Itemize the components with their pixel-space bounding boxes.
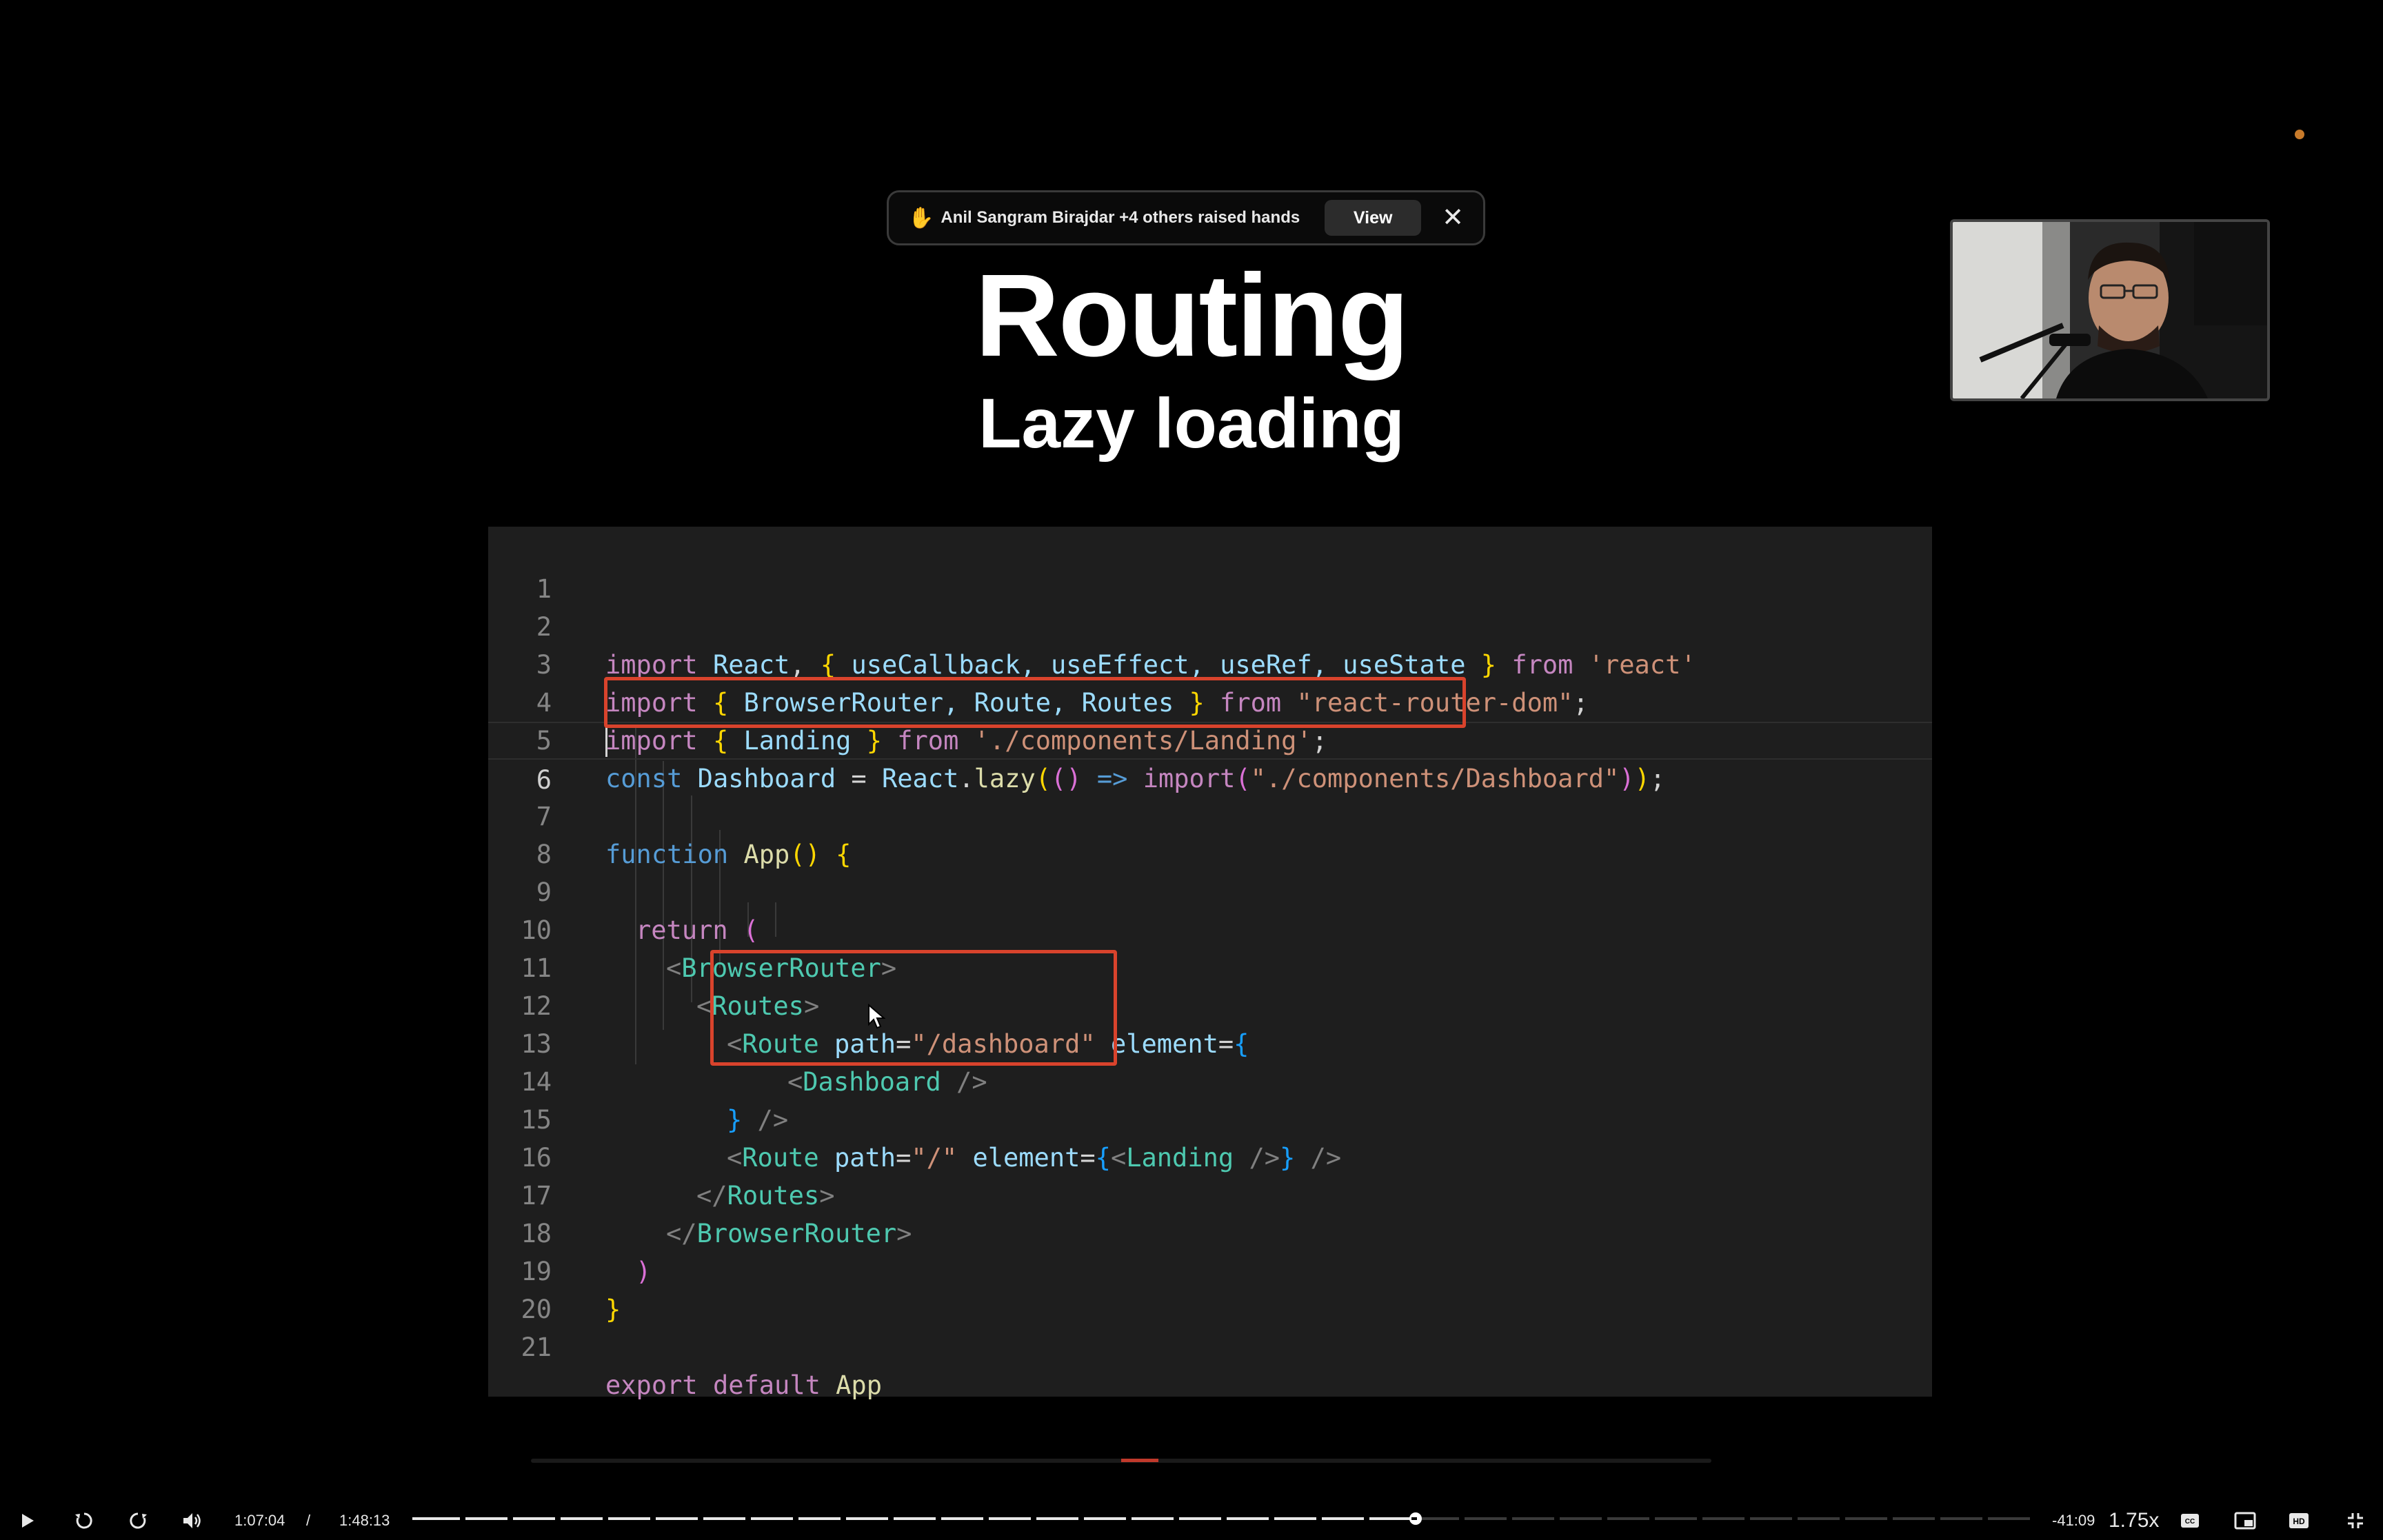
chapter-gap (1174, 1517, 1179, 1520)
chapter-gap (650, 1517, 656, 1520)
chapter-gap (1031, 1517, 1036, 1520)
highlight-box-lazy-import (604, 677, 1466, 728)
code-text: export default App (605, 1370, 882, 1400)
code-line-3: 3 import { BrowserRouter, Route, Routes … (488, 608, 1932, 718)
picture-in-picture-icon[interactable] (2230, 1501, 2260, 1540)
chapter-gap (1744, 1517, 1750, 1520)
code-line-8: 8 (488, 798, 1932, 869)
chapter-gap (1221, 1517, 1227, 1520)
code-line-14: 14 } /> (488, 1025, 1932, 1135)
line-number: 21 (521, 1333, 552, 1362)
code-line-9: 9 return ( (488, 835, 1932, 945)
rewind-icon[interactable] (69, 1501, 99, 1540)
code-line-13: 13 <Dashboard /> (488, 987, 1932, 1097)
code-line-16: 16 </Routes> (488, 1101, 1932, 1210)
chapter-gap (745, 1517, 751, 1520)
code-line-17: 17 </BrowserRouter> (488, 1139, 1932, 1248)
chapter-gap (1554, 1517, 1560, 1520)
code-line-19: 19 } (488, 1215, 1932, 1324)
chapter-gap (1316, 1517, 1322, 1520)
code-editor: 1 2 import React, { useCallback, useEffe… (488, 527, 1932, 1400)
playback-speed[interactable]: 1.75x (2109, 1501, 2159, 1540)
code-line-2: 2 import React, { useCallback, useEffect… (488, 570, 1932, 680)
highlight-box-dashboard-route (710, 950, 1117, 1066)
chapter-gap (1935, 1517, 1940, 1520)
chapter-gap (1364, 1517, 1369, 1520)
chapter-gap (1411, 1517, 1417, 1520)
time-separator: / (306, 1512, 311, 1529)
chapter-gap (793, 1517, 798, 1520)
chapter-gap (555, 1517, 561, 1520)
play-icon[interactable] (14, 1501, 41, 1540)
total-duration: 1:48:13 (339, 1512, 390, 1529)
forward-icon[interactable] (123, 1501, 153, 1540)
chapter-gap (1887, 1517, 1893, 1520)
view-button[interactable]: View (1325, 200, 1422, 236)
progress-bar[interactable] (412, 1512, 2030, 1525)
volume-icon[interactable] (178, 1501, 208, 1540)
chapter-gap (1602, 1517, 1607, 1520)
chapter-gap (507, 1517, 513, 1520)
chapter-gap (1649, 1517, 1655, 1520)
chapter-gap (460, 1517, 465, 1520)
chapter-gap (1697, 1517, 1702, 1520)
chapter-gap (1269, 1517, 1274, 1520)
progress-fill (412, 1517, 1416, 1520)
slide-edge-marker (1121, 1459, 1158, 1462)
chapter-gap (983, 1517, 989, 1520)
close-icon[interactable]: ✕ (1442, 205, 1464, 231)
exit-fullscreen-icon[interactable] (2342, 1501, 2369, 1540)
raised-hand-icon: ✋ (908, 206, 934, 230)
recording-indicator (2295, 130, 2304, 139)
chapter-gap (603, 1517, 608, 1520)
chapter-gap (698, 1517, 703, 1520)
code-line-1: 1 (488, 532, 1932, 604)
raised-hands-message: Anil Sangram Birajdar +4 others raised h… (941, 208, 1300, 227)
chapter-gap (1792, 1517, 1798, 1520)
presenter-video-image (1953, 222, 2267, 398)
code-line-21: 21 export default App (488, 1290, 1932, 1400)
presenter-webcam (1950, 219, 2270, 401)
chapter-gap (1840, 1517, 1845, 1520)
code-line-12: 12 <Route path="/dashboard" element={ (488, 949, 1932, 1059)
hd-icon[interactable]: HD (2285, 1501, 2313, 1540)
chapter-gap (1982, 1517, 1988, 1520)
svg-text:HD: HD (2293, 1517, 2305, 1526)
video-player-screen: ✋ Anil Sangram Birajdar +4 others raised… (0, 0, 2383, 1540)
raised-hands-banner: ✋ Anil Sangram Birajdar +4 others raised… (887, 190, 1485, 245)
captions-icon[interactable]: CC (2176, 1501, 2204, 1540)
code-line-7: 7 function App() { (488, 760, 1932, 869)
chapter-gap (1459, 1517, 1465, 1520)
svg-text:CC: CC (2185, 1518, 2195, 1526)
code-line-20: 20 (488, 1253, 1932, 1324)
code-line-18: 18 ) (488, 1177, 1932, 1286)
remaining-time: -41:09 (2052, 1512, 2095, 1529)
code-line-11: 11 <Routes> (488, 911, 1932, 1021)
chapter-gap (1507, 1517, 1512, 1520)
chapter-gap (936, 1517, 941, 1520)
chapter-gap (1078, 1517, 1084, 1520)
chapter-gap (841, 1517, 846, 1520)
current-time: 1:07:04 (234, 1512, 285, 1529)
code-line-10: 10 <BrowserRouter> (488, 873, 1932, 983)
chapter-gap (1126, 1517, 1132, 1520)
chapter-gap (888, 1517, 894, 1520)
text-caret (605, 727, 607, 757)
code-line-15: 15 <Route path="/" element={<Landing />}… (488, 1063, 1932, 1173)
